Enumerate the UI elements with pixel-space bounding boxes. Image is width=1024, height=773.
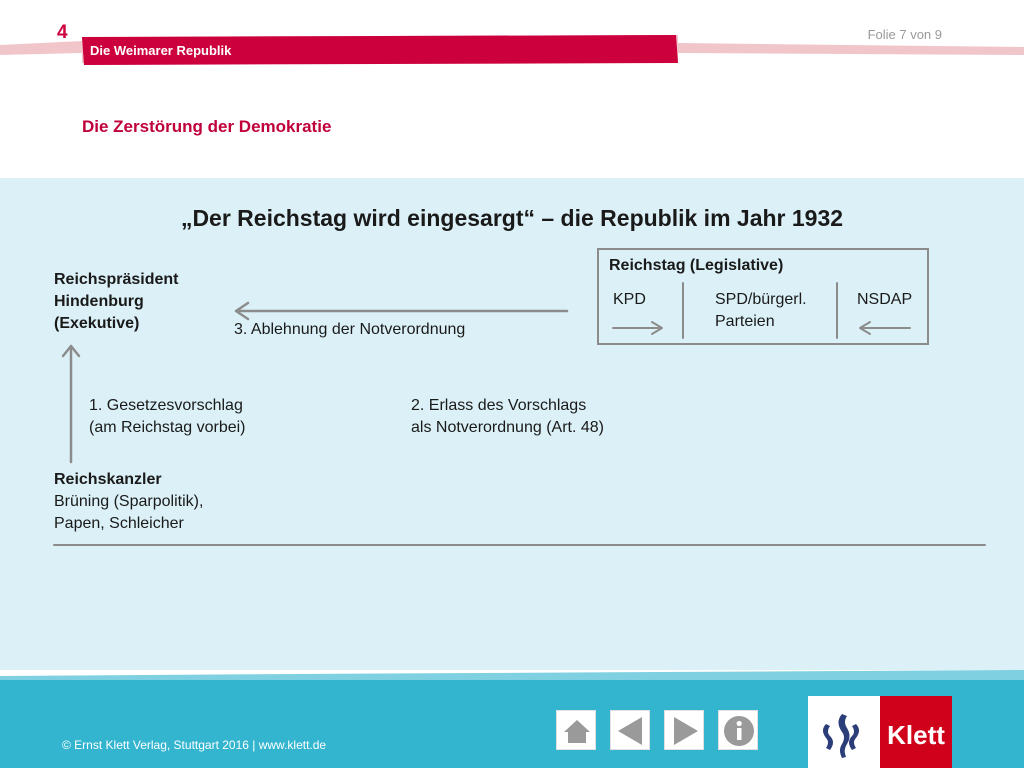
party-nsdap: NSDAP: [857, 291, 913, 308]
klett-logo[interactable]: Klett: [808, 696, 952, 768]
home-button[interactable]: [556, 710, 596, 750]
klett-logo-text: Klett: [887, 720, 945, 750]
next-button[interactable]: [664, 710, 704, 750]
page-subtitle: Die Zerstörung der Demokratie: [82, 117, 332, 136]
info-button[interactable]: [718, 710, 758, 750]
step1-line1: 1. Gesetzesvorschlag: [89, 397, 243, 414]
president-name: Hindenburg: [54, 293, 144, 310]
step2-line2: als Notverordnung (Art. 48): [411, 419, 604, 436]
chancellor-line1: Brüning (Sparpolitik),: [54, 493, 204, 510]
triangle-right-icon: [674, 717, 698, 745]
president-role: (Exekutive): [54, 315, 140, 332]
chancellor-line2: Papen, Schleicher: [54, 515, 184, 532]
chancellor-title: Reichskanzler: [54, 471, 162, 488]
home-icon: [564, 720, 590, 743]
reichstag-title: Reichstag (Legislative): [609, 257, 784, 274]
step2-line1: 2. Erlass des Vorschlags: [411, 397, 587, 414]
president-title: Reichspräsident: [54, 271, 179, 288]
triangle-left-icon: [618, 717, 642, 745]
chapter-label: Die Weimarer Republik: [90, 43, 232, 58]
party-spd-line2: Parteien: [715, 313, 775, 330]
step3-label: 3. Ablehnung der Notverordnung: [234, 321, 466, 338]
slide-title: „Der Reichstag wird eingesargt“ – die Re…: [180, 205, 844, 231]
party-spd-line1: SPD/bürgerl.: [715, 291, 807, 308]
copyright-text: © Ernst Klett Verlag, Stuttgart 2016 | w…: [62, 738, 327, 752]
previous-button[interactable]: [610, 710, 650, 750]
step1-line2: (am Reichstag vorbei): [89, 419, 246, 436]
party-kpd: KPD: [613, 291, 646, 308]
info-icon: [724, 716, 754, 746]
